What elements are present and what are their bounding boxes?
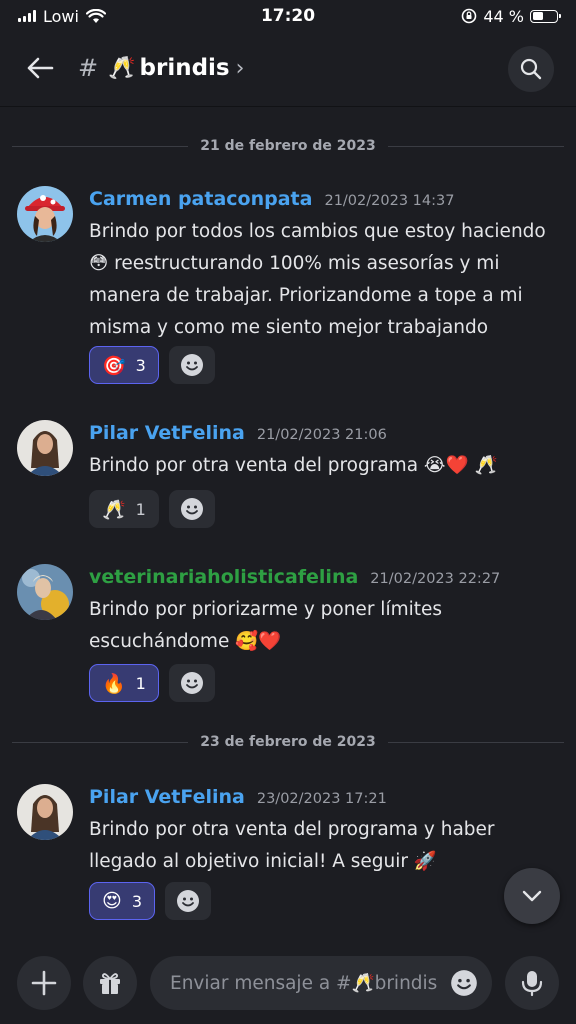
message-timestamp: 21/02/2023 14:37 [324, 193, 455, 209]
header-divider [0, 106, 576, 107]
plus-icon [31, 970, 57, 996]
avatar[interactable] [17, 784, 73, 840]
wifi-icon [85, 8, 106, 23]
message-text: Brindo por todos los cambios que estoy h… [89, 221, 546, 338]
status-time: 17:20 [260, 6, 316, 26]
orientation-lock-icon [462, 8, 477, 24]
add-reaction-button[interactable] [168, 346, 215, 384]
fire-icon: 🔥 [102, 672, 126, 695]
author-name[interactable]: Pilar VetFelina [89, 422, 245, 444]
message-text: Brindo por otra venta del programa y hab… [89, 819, 495, 872]
add-reaction-button[interactable] [165, 882, 211, 920]
scroll-to-bottom-button[interactable] [504, 868, 560, 924]
search-button[interactable] [508, 46, 554, 92]
arrow-left-icon [27, 57, 54, 79]
add-reaction-button[interactable] [168, 490, 215, 528]
message-input[interactable]: Enviar mensaje a #🥂brindis [150, 956, 492, 1010]
message-timestamp: 21/02/2023 22:27 [370, 571, 501, 587]
reaction-count: 1 [135, 673, 146, 693]
status-bar: Lowi 17:20 44 % [0, 0, 576, 32]
champagne-icon: 🥂 [108, 55, 136, 81]
author-name[interactable]: veterinariaholisticafelina [89, 566, 358, 588]
chevron-right-icon: › [235, 55, 245, 81]
microphone-icon [521, 971, 543, 997]
voice-message-button[interactable] [505, 956, 559, 1010]
battery-percentage: 44 % [483, 6, 524, 26]
reaction-count: 3 [135, 355, 146, 375]
emoji-picker-button[interactable] [450, 969, 478, 1001]
channel-header: # 🥂 brindis › [0, 38, 576, 98]
emoji-smile-icon [180, 354, 203, 376]
channel-title-button[interactable]: # 🥂 brindis › [78, 54, 244, 82]
author-name[interactable]: Pilar VetFelina [89, 786, 245, 808]
reaction-button[interactable]: 🥂 1 [89, 490, 159, 528]
emoji-smile-icon [451, 970, 477, 996]
avatar[interactable] [17, 420, 73, 476]
channel-hash-icon: # [78, 54, 99, 82]
date-separator-label: 23 de febrero de 2023 [200, 734, 376, 750]
emoji-smile-icon [180, 498, 203, 520]
signal-icon [18, 10, 36, 22]
direct-hit-icon: 🎯 [102, 354, 126, 377]
avatar[interactable] [17, 186, 73, 242]
message-text: Brindo por otra venta del programa 😭❤️ 🥂 [89, 455, 498, 476]
date-separator-label: 21 de febrero de 2023 [200, 138, 376, 154]
reaction-button[interactable]: 🔥 1 [89, 664, 159, 702]
reaction-count: 3 [131, 891, 142, 911]
reaction-button[interactable]: 🎯 3 [89, 346, 159, 384]
search-icon [520, 58, 542, 80]
date-separator: 21 de febrero de 2023 [12, 136, 565, 156]
gift-button[interactable] [83, 956, 137, 1010]
message-text: Brindo por priorizarme y poner límites e… [89, 599, 443, 652]
back-button[interactable] [22, 50, 58, 86]
emoji-smile-icon [180, 672, 203, 694]
avatar[interactable] [17, 564, 73, 620]
carrier-name: Lowi [43, 6, 79, 26]
champagne-icon: 🥂 [102, 498, 126, 521]
reaction-button[interactable]: 😍 3 [89, 882, 155, 920]
reaction-count: 1 [135, 499, 146, 519]
chevron-down-icon [522, 890, 542, 902]
message-input-placeholder: Enviar mensaje a #🥂brindis [170, 973, 438, 994]
message-timestamp: 23/02/2023 17:21 [256, 791, 387, 807]
heart-eyes-icon: 😍 [102, 890, 122, 912]
add-reaction-button[interactable] [168, 664, 215, 702]
add-attachment-button[interactable] [17, 956, 71, 1010]
message-timestamp: 21/02/2023 21:06 [256, 427, 387, 443]
emoji-smile-icon [177, 890, 199, 912]
channel-name: brindis [139, 55, 230, 81]
battery-icon [530, 9, 561, 23]
gift-icon [100, 973, 120, 994]
date-separator: 23 de febrero de 2023 [12, 732, 565, 752]
author-name[interactable]: Carmen pataconpata [89, 188, 312, 210]
